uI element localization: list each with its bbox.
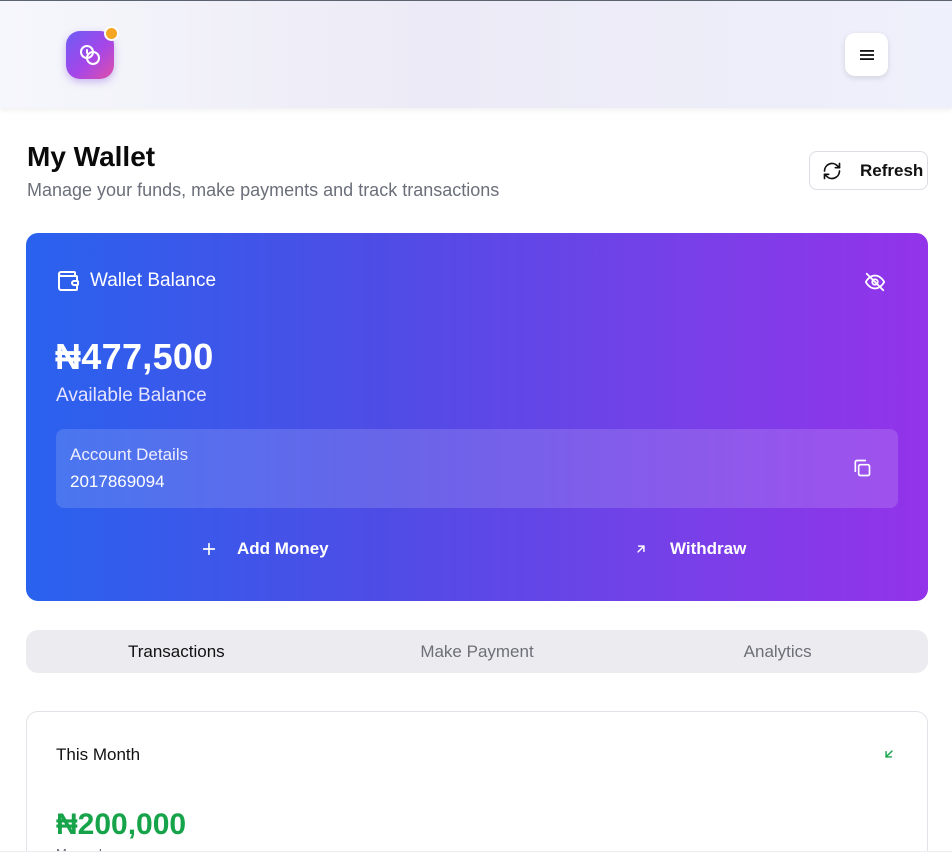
eye-off-icon <box>864 272 886 292</box>
tab-make-payment[interactable]: Make Payment <box>327 630 628 673</box>
this-month-title: This Month <box>56 745 141 764</box>
account-details-title: Account Details <box>70 445 189 464</box>
viewport-bottom-edge <box>0 851 952 863</box>
plus-icon <box>202 542 216 556</box>
page-title: My Wallet <box>27 141 156 172</box>
tab-transactions[interactable]: Transactions <box>26 630 327 673</box>
toggle-balance-visibility-button[interactable] <box>864 271 888 295</box>
copy-icon <box>854 459 871 477</box>
copy-account-button[interactable] <box>852 458 874 480</box>
app-logo[interactable] <box>66 26 119 79</box>
wallet-balance-label: Wallet Balance <box>90 270 217 291</box>
app-header <box>0 0 952 108</box>
notification-badge <box>104 26 119 41</box>
this-month-card: This Month ₦200,000 Money In <box>26 711 928 863</box>
refresh-icon <box>823 162 841 179</box>
available-balance-caption: Available Balance <box>56 385 207 406</box>
page-subtitle: Manage your funds, make payments and tra… <box>27 180 500 200</box>
wallet-balance-card: Wallet Balance ₦477,500 Available Balanc… <box>26 233 928 601</box>
wallet-balance-amount: ₦477,500 <box>55 336 214 377</box>
account-details-panel: Account Details 2017869094 <box>56 429 898 508</box>
refresh-label: Refresh <box>860 160 924 180</box>
hamburger-menu-icon <box>859 49 874 60</box>
refresh-button[interactable]: Refresh <box>809 151 928 190</box>
coins-icon <box>80 45 100 65</box>
menu-button[interactable] <box>845 33 888 76</box>
tab-analytics[interactable]: Analytics <box>627 630 928 673</box>
withdraw-label: Withdraw <box>670 539 747 558</box>
add-money-button[interactable]: Add Money <box>201 539 329 559</box>
wallet-tabs: Transactions Make Payment Analytics <box>26 630 928 673</box>
wallet-icon <box>58 271 79 291</box>
money-in-amount: ₦200,000 <box>56 808 187 841</box>
wallet-balance-header: Wallet Balance <box>56 269 216 293</box>
withdraw-button[interactable]: Withdraw <box>634 539 746 559</box>
arrow-down-left-icon <box>882 747 898 763</box>
arrow-up-right-icon <box>637 545 645 553</box>
account-number: 2017869094 <box>70 472 165 491</box>
add-money-label: Add Money <box>237 539 329 558</box>
